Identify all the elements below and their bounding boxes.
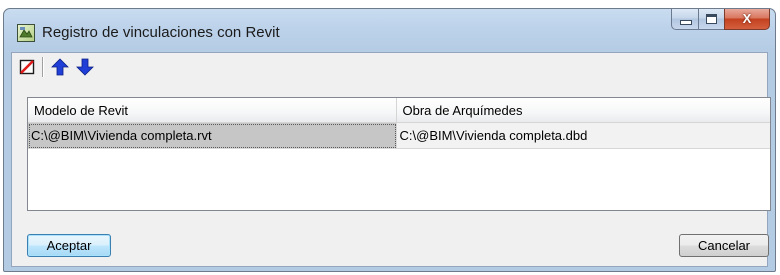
column-header-revit-model[interactable]: Modelo de Revit <box>28 98 397 123</box>
minimize-icon <box>680 20 692 25</box>
toolbar <box>12 53 767 81</box>
window-controls: X <box>671 9 770 30</box>
delete-icon <box>19 59 35 75</box>
minimize-button[interactable] <box>671 9 698 30</box>
cell-revit-model[interactable]: C:\@BIM\Vivienda completa.rvt <box>28 123 397 149</box>
window-title: Registro de vinculaciones con Revit <box>42 24 280 41</box>
title-bar[interactable]: Registro de vinculaciones con Revit X <box>4 9 775 55</box>
arrow-down-icon <box>76 58 94 76</box>
toolbar-separator <box>42 57 44 77</box>
app-icon <box>17 24 35 42</box>
cell-arquimedes-project[interactable]: C:\@BIM\Vivienda completa.dbd <box>396 123 770 149</box>
move-down-button[interactable] <box>76 58 94 76</box>
cancel-button[interactable]: Cancelar <box>679 234 769 257</box>
accept-button[interactable]: Aceptar <box>27 234 111 257</box>
maximize-button[interactable] <box>698 9 724 30</box>
close-icon: X <box>742 11 752 26</box>
table-header: Modelo de Revit Obra de Arquímedes <box>28 98 770 123</box>
table-row[interactable]: C:\@BIM\Vivienda completa.rvt C:\@BIM\Vi… <box>28 123 770 149</box>
column-header-arquimedes-project[interactable]: Obra de Arquímedes <box>396 98 770 123</box>
maximize-icon <box>706 14 717 24</box>
move-up-button[interactable] <box>51 58 69 76</box>
delete-button[interactable] <box>18 58 36 76</box>
close-button[interactable]: X <box>724 9 770 30</box>
links-table: Modelo de Revit Obra de Arquímedes C:\@B… <box>27 97 771 211</box>
arrow-up-icon <box>51 58 69 76</box>
